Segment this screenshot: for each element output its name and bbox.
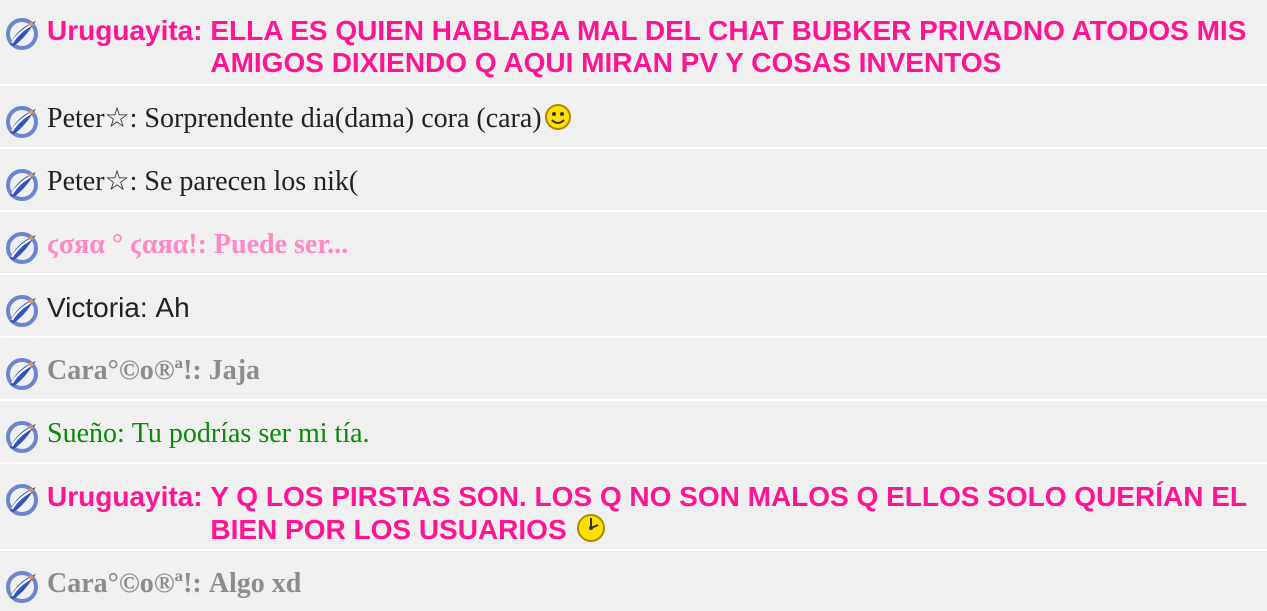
chat-log: Uruguayita: ELLA ES QUIEN HABLABA MAL DE… [0,0,1267,611]
chat-message: Sueño: Tu podrías ser mi tía. [0,401,1267,464]
message-text: Tu podrías ser mi tía. [131,418,370,449]
message-text: Ah [155,292,190,323]
chat-message: Cara°©o®ª!: Jaja [0,338,1267,401]
message-text: Puede ser... [213,229,349,260]
chat-message: Peter☆: Sorprendente dia(dama) cora (car… [0,86,1267,149]
username[interactable]: Cara°©o®ª!: [47,568,209,600]
dolphin-icon [4,229,40,265]
dolphin-icon [4,292,40,328]
chat-message: Cara°©o®ª!: Algo xd [0,551,1267,611]
dolphin-icon [4,568,40,604]
chat-message: ϛσяα ° ϛαяα!: Puede ser... [0,212,1267,275]
message-text: Sorprendente dia(dama) cora (cara) [144,103,1267,139]
message-text: Algo xd [208,568,302,599]
username[interactable]: Peter☆: [47,166,144,198]
dolphin-icon [4,103,40,139]
message-text: Se parecen los nik( [144,166,359,197]
dolphin-icon [4,15,40,51]
message-text: Y Q LOS PIRSTAS SON. LOS Q NO SON MALOS … [210,481,1267,550]
clock-smiley-icon [576,513,606,550]
message-text: Jaja [208,355,261,386]
username[interactable]: Sueño: [47,418,132,450]
username[interactable]: ϛσяα ° ϛαяα!: [47,229,214,261]
username[interactable]: Victoria: [47,292,155,324]
username[interactable]: Uruguayita: [47,15,210,47]
dolphin-icon [4,418,40,454]
smiley-icon [544,103,572,139]
message-text: ELLA ES QUIEN HABLABA MAL DEL CHAT BUBKE… [210,15,1247,78]
dolphin-icon [4,166,40,202]
dolphin-icon [4,481,40,517]
dolphin-icon [4,355,40,391]
chat-message: Peter☆: Se parecen los nik( [0,149,1267,212]
chat-message: Uruguayita: ELLA ES QUIEN HABLABA MAL DE… [0,0,1267,86]
chat-message: Uruguayita: Y Q LOS PIRSTAS SON. LOS Q N… [0,464,1267,551]
chat-message: Victoria: Ah [0,275,1267,338]
username[interactable]: Uruguayita: [47,481,210,513]
username[interactable]: Peter☆: [47,103,144,135]
username[interactable]: Cara°©o®ª!: [47,355,209,387]
